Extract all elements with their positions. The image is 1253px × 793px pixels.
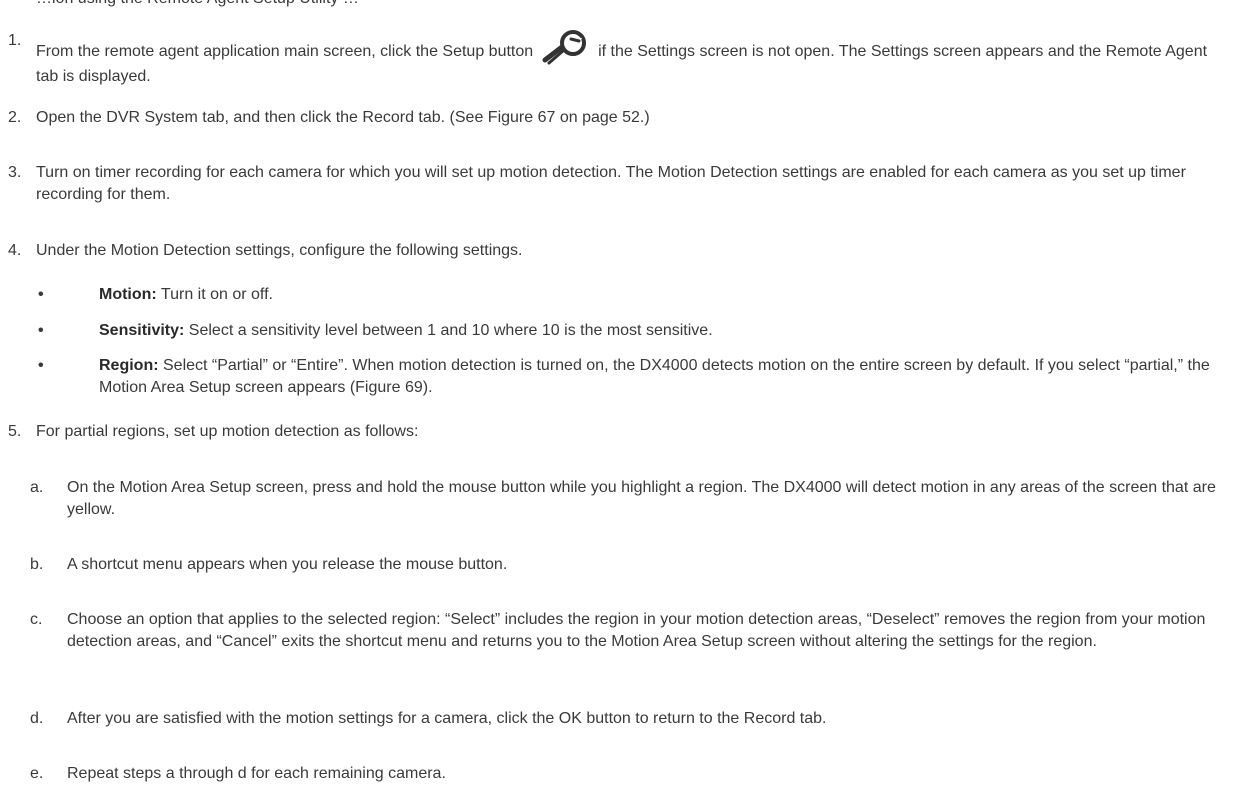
substep-letter: e. (30, 765, 44, 782)
substep-a: a. On the Motion Area Setup screen, pres… (30, 477, 1230, 521)
step-number: 1. (8, 32, 22, 49)
substep-text: On the Motion Area Setup screen, press a… (67, 479, 1216, 518)
step-number: 5. (8, 423, 22, 440)
substep-b: b. A shortcut menu appears when you rele… (30, 554, 1230, 576)
step-text: Under the Motion Detection settings, con… (36, 242, 523, 259)
substep-text: Choose an option that applies to the sel… (67, 611, 1206, 650)
bullet-text: Motion: Turn it on or off. (99, 284, 1224, 306)
intro-text: …ion using the Remote Agent Setup Utilit… (36, 0, 359, 10)
step-text: Open the DVR System tab, and then click … (36, 109, 650, 126)
step-2: 2. Open the DVR System tab, and then cli… (8, 107, 1233, 129)
step-3: 3. Turn on timer recording for each came… (8, 162, 1233, 206)
bullet-text: Sensitivity: Select a sensitivity level … (99, 320, 1224, 342)
step-text: For partial regions, set up motion detec… (36, 423, 419, 440)
step-5: 5. For partial regions, set up motion de… (8, 421, 1233, 443)
substep-letter: b. (30, 556, 44, 573)
substep-c: c. Choose an option that applies to the … (30, 609, 1230, 653)
step-text: From the remote agent application main s… (36, 30, 1226, 88)
bullet-sensitivity: • Sensitivity: Select a sensitivity leve… (38, 320, 1228, 342)
bullet-body: Select a sensitivity level between 1 and… (184, 322, 713, 339)
substep-text: After you are satisfied with the motion … (67, 710, 827, 727)
substep-e: e. Repeat steps a through d for each rem… (30, 763, 1230, 785)
step-4: 4. Under the Motion Detection settings, … (8, 240, 1233, 262)
document-page: …ion using the Remote Agent Setup Utilit… (0, 0, 1253, 793)
substep-text: A shortcut menu appears when you release… (67, 556, 508, 573)
step-number: 2. (8, 109, 22, 126)
substep-letter: d. (30, 710, 44, 727)
bullet-dot: • (38, 357, 44, 374)
bullet-motion: • Motion: Turn it on or off. (38, 284, 1228, 306)
step-number: 3. (8, 164, 22, 181)
bullet-label: Region: (99, 357, 159, 374)
substep-letter: a. (30, 479, 44, 496)
step-text: Turn on timer recording for each camera … (36, 164, 1186, 203)
bullet-label: Motion: (99, 286, 157, 303)
wrench-setup-icon (542, 30, 590, 66)
substep-letter: c. (30, 611, 43, 628)
bullet-dot: • (38, 286, 44, 303)
substep-d: d. After you are satisfied with the moti… (30, 708, 1230, 730)
bullet-body: Select “Partial” or “Entire”. When motio… (99, 357, 1210, 396)
bullet-body: Turn it on or off. (156, 286, 273, 303)
bullet-region: • Region: Select “Partial” or “Entire”. … (38, 355, 1228, 399)
bullet-text: Region: Select “Partial” or “Entire”. Wh… (99, 355, 1224, 399)
bullet-dot: • (38, 322, 44, 339)
bullet-label: Sensitivity: (99, 322, 185, 339)
step-number: 4. (8, 242, 22, 259)
substep-text: Repeat steps a through d for each remain… (67, 765, 446, 782)
step-1: 1. From the remote agent application mai… (8, 30, 1233, 88)
step-1-text-before: From the remote agent application main s… (36, 43, 534, 60)
